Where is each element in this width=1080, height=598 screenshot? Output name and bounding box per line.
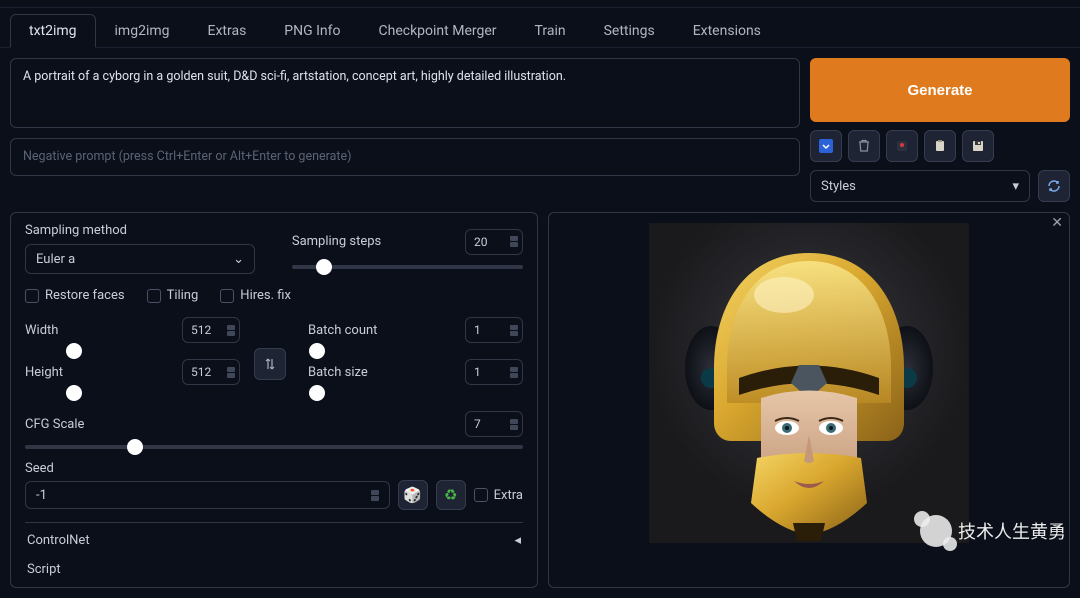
triangle-left-icon: ◂ bbox=[514, 533, 521, 548]
params-panel: Sampling method Euler a ⌄ Sampling steps… bbox=[10, 212, 538, 588]
refresh-styles-button[interactable] bbox=[1038, 170, 1070, 202]
seed-input[interactable]: -1 bbox=[25, 481, 390, 509]
batch-size-value[interactable]: 1 bbox=[465, 359, 523, 385]
output-image[interactable] bbox=[559, 223, 1059, 543]
cyborg-portrait-image bbox=[649, 223, 969, 543]
tiling-label: Tiling bbox=[167, 288, 199, 303]
reuse-seed-button[interactable]: ♻ bbox=[436, 480, 466, 510]
sampling-steps-slider[interactable] bbox=[292, 265, 523, 269]
trash-icon bbox=[857, 139, 871, 153]
main-tabs: txt2img img2img Extras PNG Info Checkpoi… bbox=[0, 8, 1080, 48]
restore-faces-label: Restore faces bbox=[45, 288, 125, 303]
swap-icon bbox=[263, 357, 277, 371]
seed-label: Seed bbox=[25, 461, 54, 476]
extra-seed-checkbox[interactable] bbox=[474, 488, 488, 502]
cfg-slider[interactable] bbox=[25, 445, 523, 449]
batch-size-label: Batch size bbox=[308, 365, 368, 380]
styles-select[interactable]: Styles ▾ bbox=[810, 170, 1030, 202]
floppy-icon bbox=[971, 139, 985, 153]
dice-icon: 🎲 bbox=[403, 486, 422, 504]
generate-button[interactable]: Generate bbox=[810, 58, 1070, 122]
tab-img2img[interactable]: img2img bbox=[96, 14, 189, 47]
height-value[interactable]: 512 bbox=[182, 359, 240, 385]
cfg-value[interactable]: 7 bbox=[465, 411, 523, 437]
tab-extras[interactable]: Extras bbox=[189, 14, 266, 47]
height-label: Height bbox=[25, 365, 63, 380]
refresh-icon bbox=[1046, 178, 1062, 194]
width-value[interactable]: 512 bbox=[182, 317, 240, 343]
arrow-down-button[interactable] bbox=[810, 130, 842, 162]
batch-count-label: Batch count bbox=[308, 323, 377, 338]
negative-prompt-input[interactable] bbox=[10, 138, 800, 176]
controlnet-accordion[interactable]: ControlNet ◂ bbox=[25, 522, 523, 558]
clipboard-button[interactable] bbox=[924, 130, 956, 162]
save-button[interactable] bbox=[962, 130, 994, 162]
recycle-icon: ♻ bbox=[444, 486, 457, 504]
sampling-method-value: Euler a bbox=[36, 252, 75, 267]
chevron-down-icon: ▾ bbox=[1012, 179, 1019, 194]
tiling-checkbox[interactable] bbox=[147, 289, 161, 303]
restore-faces-checkbox[interactable] bbox=[25, 289, 39, 303]
styles-label: Styles bbox=[821, 179, 856, 194]
tab-txt2img[interactable]: txt2img bbox=[10, 14, 96, 47]
cfg-label: CFG Scale bbox=[25, 417, 84, 432]
prompt-input[interactable] bbox=[10, 58, 800, 128]
tab-checkpoint-merger[interactable]: Checkpoint Merger bbox=[360, 14, 516, 47]
sampling-steps-label: Sampling steps bbox=[292, 234, 381, 249]
hires-fix-checkbox[interactable] bbox=[220, 289, 234, 303]
tab-train[interactable]: Train bbox=[516, 14, 585, 47]
sampling-steps-value[interactable]: 20 bbox=[465, 229, 523, 255]
red-dot-button[interactable] bbox=[886, 130, 918, 162]
controlnet-label: ControlNet bbox=[27, 533, 90, 548]
stepper-icon bbox=[510, 236, 518, 247]
sampling-method-label: Sampling method bbox=[25, 223, 282, 238]
width-label: Width bbox=[25, 323, 58, 338]
sampling-method-select[interactable]: Euler a ⌄ bbox=[25, 244, 255, 274]
trash-button[interactable] bbox=[848, 130, 880, 162]
random-seed-button[interactable]: 🎲 bbox=[398, 480, 428, 510]
tab-extensions[interactable]: Extensions bbox=[674, 14, 780, 47]
output-panel: ✕ bbox=[548, 212, 1070, 588]
chevron-down-icon: ⌄ bbox=[233, 252, 244, 267]
script-label: Script bbox=[25, 558, 523, 577]
tab-settings[interactable]: Settings bbox=[585, 14, 674, 47]
extra-seed-label: Extra bbox=[494, 488, 523, 503]
swap-dims-button[interactable] bbox=[254, 348, 286, 380]
hires-fix-label: Hires. fix bbox=[240, 288, 291, 303]
tab-png-info[interactable]: PNG Info bbox=[265, 14, 359, 47]
arrow-down-icon bbox=[818, 138, 834, 154]
red-dot-icon bbox=[895, 139, 909, 153]
clipboard-icon bbox=[933, 139, 947, 153]
batch-count-value[interactable]: 1 bbox=[465, 317, 523, 343]
